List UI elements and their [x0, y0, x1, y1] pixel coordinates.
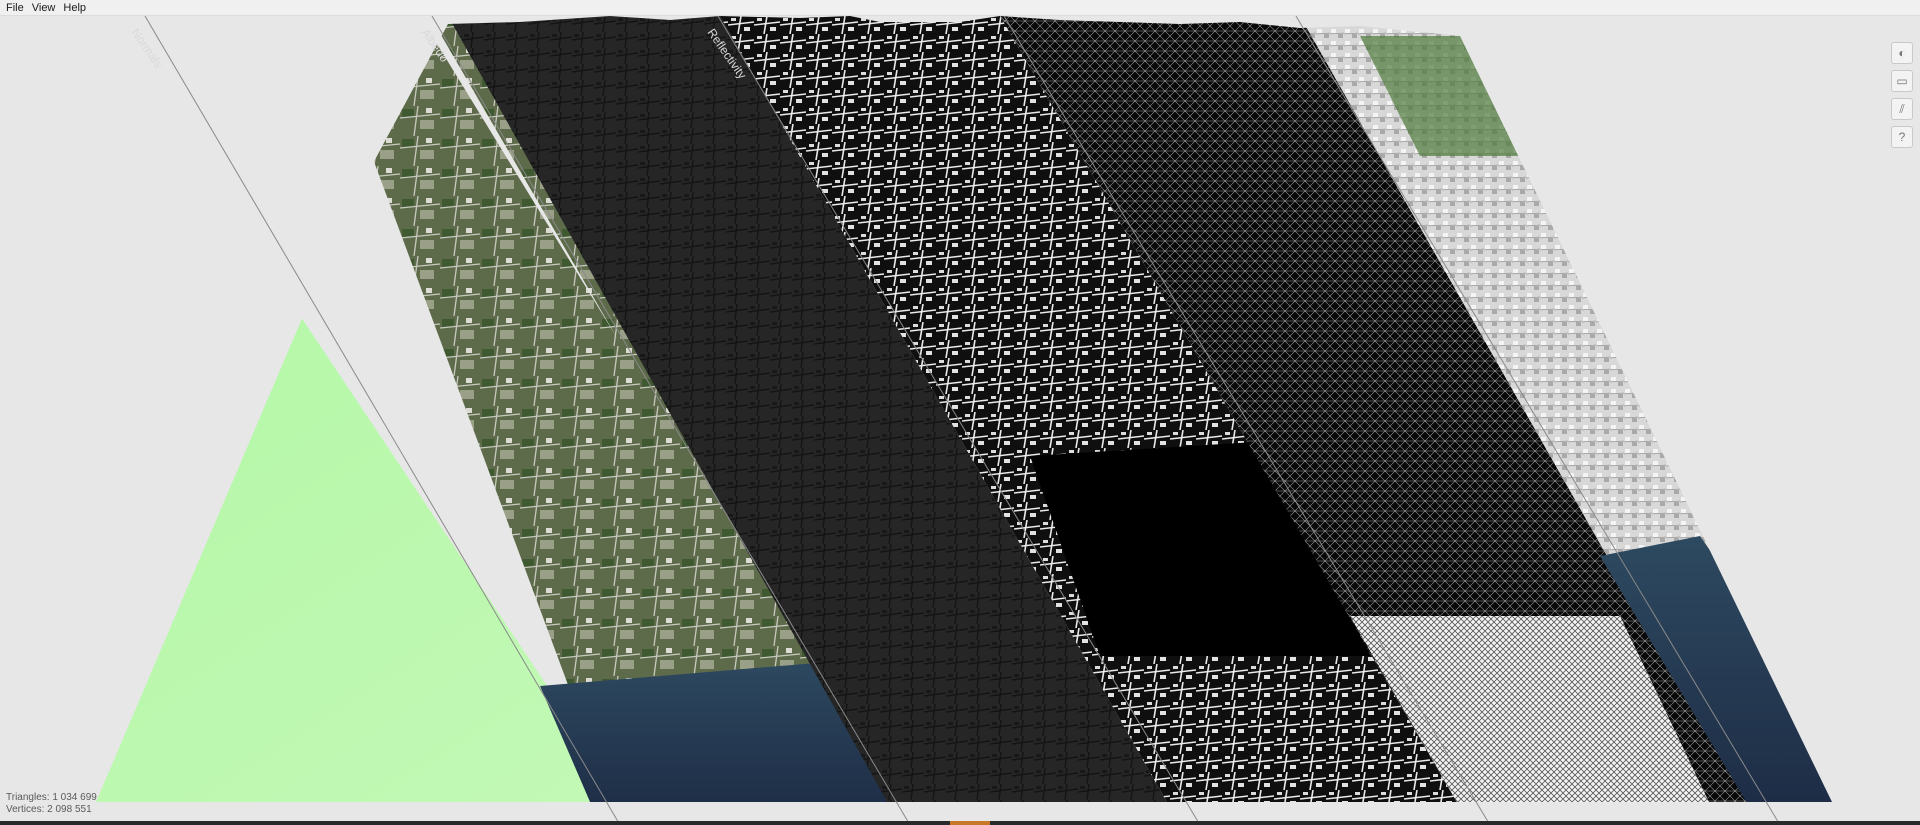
vertices-value: 2 098 551 — [47, 804, 92, 815]
help-icon[interactable]: ? — [1891, 126, 1913, 148]
status-accent — [950, 821, 990, 825]
terrain-render — [96, 16, 1832, 825]
3d-viewport[interactable]: Normals Albedo Reflectivity ◐ ▭ ⫽ ? Tria… — [0, 16, 1920, 825]
triangles-label: Triangles: — [6, 792, 50, 803]
vertices-label: Vertices: — [6, 804, 45, 815]
menu-file[interactable]: File — [4, 0, 30, 16]
menu-help[interactable]: Help — [61, 0, 92, 16]
layers-icon[interactable]: ⫽ — [1891, 98, 1913, 120]
menu-view[interactable]: View — [30, 0, 62, 16]
scene-stats: Triangles: 1 034 699 Vertices: 2 098 551 — [6, 792, 97, 816]
view-toolbar: ◐ ▭ ⫽ ? — [1890, 42, 1914, 148]
window-icon[interactable]: ▭ — [1891, 70, 1913, 92]
menu-bar: File View Help — [0, 0, 1920, 16]
compass-icon[interactable]: ◐ — [1891, 42, 1913, 64]
vertices-stat: Vertices: 2 098 551 — [6, 804, 97, 816]
triangles-value: 1 034 699 — [52, 792, 97, 803]
triangles-stat: Triangles: 1 034 699 — [6, 792, 97, 804]
